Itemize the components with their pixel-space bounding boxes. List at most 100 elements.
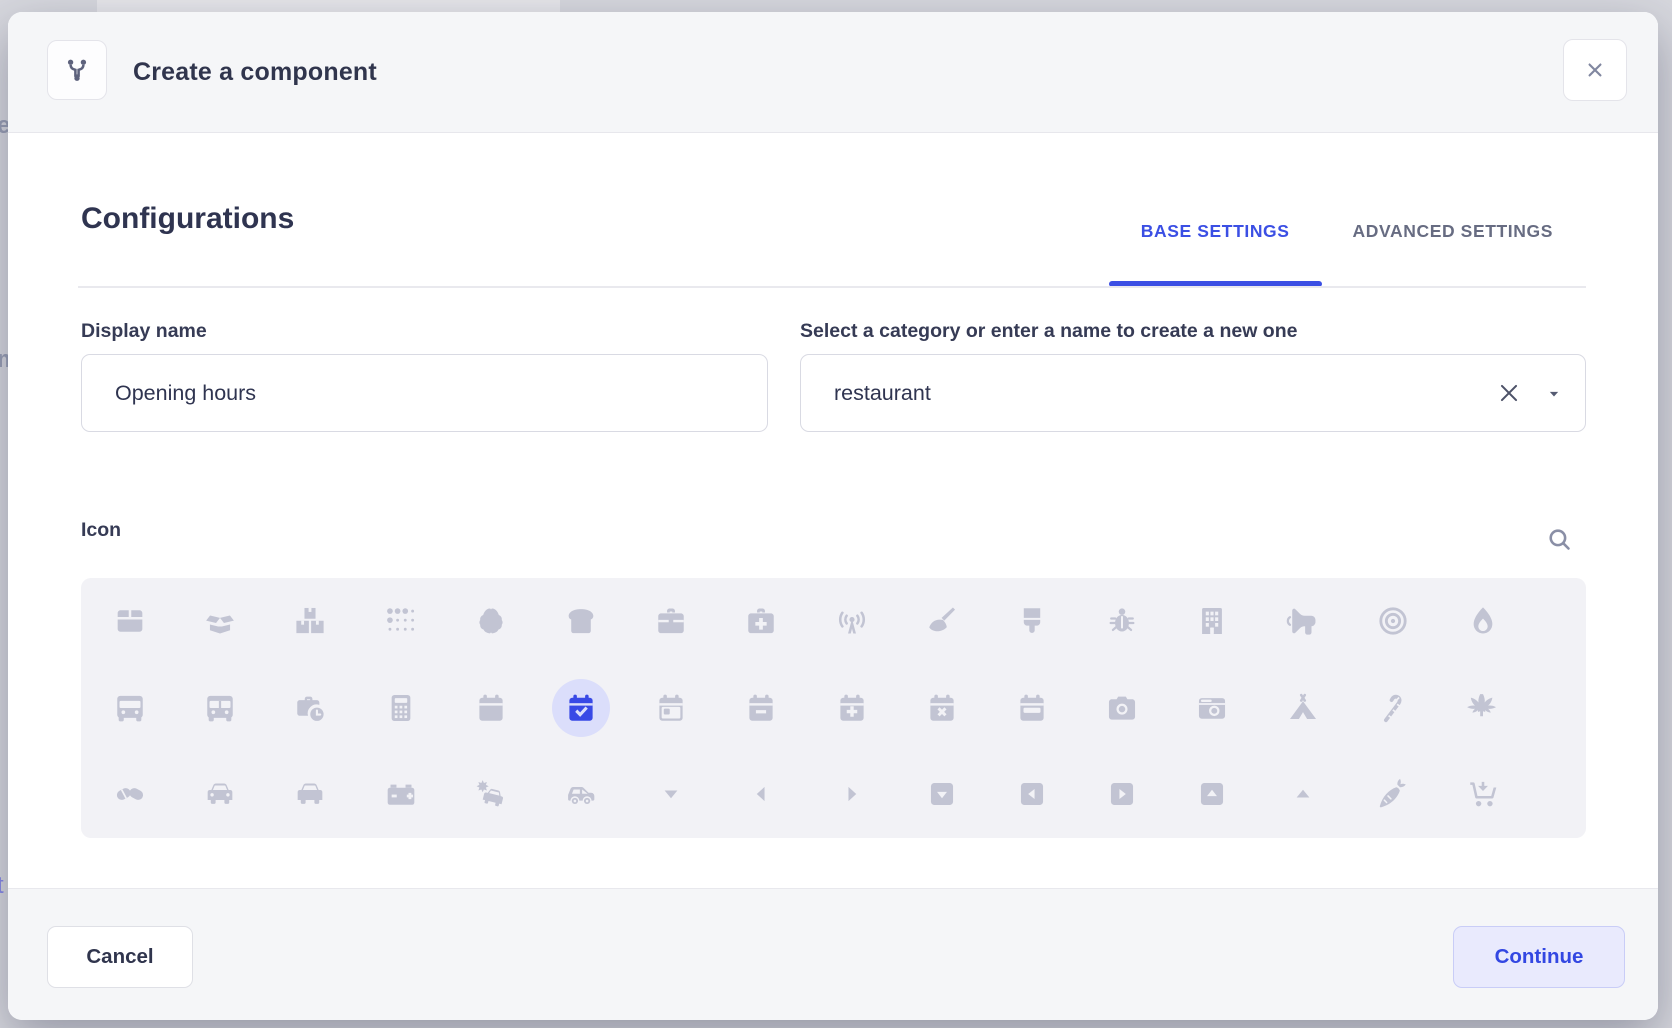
icon-option-business-time[interactable]	[281, 679, 339, 737]
icon-option-bullseye[interactable]	[1364, 592, 1422, 650]
icon-option-calendar-week[interactable]	[1003, 679, 1061, 737]
icon-option-bus[interactable]	[101, 679, 159, 737]
icon-option-box-open[interactable]	[191, 592, 249, 650]
icon-option-caret-right[interactable]	[823, 765, 881, 823]
icon-option-car-alt[interactable]	[281, 765, 339, 823]
burn-icon	[1466, 604, 1500, 638]
icon-option-bus-alt[interactable]	[191, 679, 249, 737]
continue-button[interactable]: Continue	[1453, 926, 1625, 988]
bus-icon	[113, 691, 147, 725]
search-icon[interactable]	[1546, 526, 1573, 553]
cannabis-icon	[1466, 691, 1500, 725]
car-icon	[203, 777, 237, 811]
capsules-icon	[113, 777, 147, 811]
icon-option-candy-cane[interactable]	[1364, 679, 1422, 737]
icon-option-brush[interactable]	[1003, 592, 1061, 650]
icon-option-calculator[interactable]	[372, 679, 430, 737]
icon-option-camera[interactable]	[1093, 679, 1151, 737]
icon-option-caret-square-up[interactable]	[1183, 765, 1241, 823]
calendar-plus-icon	[835, 691, 869, 725]
close-icon	[1582, 57, 1608, 83]
bread-slice-icon	[564, 604, 598, 638]
icon-option-calendar[interactable]	[462, 679, 520, 737]
icon-option-boxes-stacked[interactable]	[281, 592, 339, 650]
icon-option-caret-left[interactable]	[732, 765, 790, 823]
icon-option-briefcase[interactable]	[642, 592, 700, 650]
cancel-button[interactable]: Cancel	[47, 926, 193, 988]
cart-arrow-down-icon	[1466, 777, 1500, 811]
calendar-check-icon	[564, 691, 598, 725]
briefcase-medical-icon	[744, 604, 778, 638]
candy-cane-icon	[1376, 691, 1410, 725]
page-title: Configurations	[81, 202, 294, 236]
calendar-icon	[474, 691, 508, 725]
brain-icon	[474, 604, 508, 638]
broom-icon	[925, 604, 959, 638]
boxes-stacked-icon	[293, 604, 327, 638]
icon-option-caret-down[interactable]	[642, 765, 700, 823]
box-icon	[113, 604, 147, 638]
icon-option-building[interactable]	[1183, 592, 1241, 650]
icon-option-calendar-minus[interactable]	[732, 679, 790, 737]
category-input[interactable]	[800, 354, 1586, 432]
display-name-input[interactable]	[81, 354, 768, 432]
icon-option-brain[interactable]	[462, 592, 520, 650]
icon-picker-label: Icon	[81, 519, 121, 542]
icon-option-calendar-times[interactable]	[913, 679, 971, 737]
camera-icon	[1105, 691, 1139, 725]
icon-option-car[interactable]	[191, 765, 249, 823]
icon-option-camera-retro[interactable]	[1183, 679, 1241, 737]
category-label: Select a category or enter a name to cre…	[800, 320, 1297, 343]
icon-option-briefcase-medical[interactable]	[732, 592, 790, 650]
icon-option-caret-square-left[interactable]	[1003, 765, 1061, 823]
icon-option-caret-square-right[interactable]	[1093, 765, 1151, 823]
icon-option-calendar-day[interactable]	[642, 679, 700, 737]
caret-down-icon	[654, 777, 688, 811]
caret-square-down-icon	[925, 777, 959, 811]
display-name-label: Display name	[81, 320, 207, 343]
box-open-icon	[203, 604, 237, 638]
icon-option-capsules[interactable]	[101, 765, 159, 823]
campground-icon	[1286, 691, 1320, 725]
icon-option-carrot[interactable]	[1364, 765, 1422, 823]
icon-option-car-crash[interactable]	[462, 765, 520, 823]
carrot-icon	[1376, 777, 1410, 811]
icon-option-caret-up[interactable]	[1274, 765, 1332, 823]
caret-down-icon[interactable]	[1544, 384, 1564, 404]
bullhorn-icon	[1286, 604, 1320, 638]
clear-x-icon[interactable]	[1496, 380, 1522, 406]
icon-option-calendar-plus[interactable]	[823, 679, 881, 737]
icon-option-braille[interactable]	[372, 592, 430, 650]
car-alt-icon	[293, 777, 327, 811]
briefcase-icon	[654, 604, 688, 638]
icon-option-caret-square-down[interactable]	[913, 765, 971, 823]
icon-option-box[interactable]	[101, 592, 159, 650]
tab-advanced-settings[interactable]: ADVANCED SETTINGS	[1353, 214, 1553, 286]
icon-option-bug[interactable]	[1093, 592, 1151, 650]
icon-option-burn[interactable]	[1454, 592, 1512, 650]
settings-tabs: BASE SETTINGS ADVANCED SETTINGS	[1109, 214, 1553, 286]
icon-option-car-battery[interactable]	[372, 765, 430, 823]
icon-option-cart-arrow-down[interactable]	[1454, 765, 1512, 823]
icon-option-calendar-check-selected[interactable]	[552, 679, 610, 737]
icon-option-car-side[interactable]	[552, 765, 610, 823]
tab-base-settings[interactable]: BASE SETTINGS	[1109, 214, 1322, 286]
icon-option-bullhorn[interactable]	[1274, 592, 1332, 650]
caret-right-icon	[835, 777, 869, 811]
car-crash-icon	[474, 777, 508, 811]
calendar-times-icon	[925, 691, 959, 725]
component-split-icon	[47, 40, 107, 100]
icon-option-cannabis[interactable]	[1454, 679, 1512, 737]
backdrop-text-fragment: t	[0, 872, 4, 900]
bus-alt-icon	[203, 691, 237, 725]
camera-retro-icon	[1195, 691, 1229, 725]
broadcast-tower-icon	[835, 604, 869, 638]
icon-option-broom[interactable]	[913, 592, 971, 650]
bug-icon	[1105, 604, 1139, 638]
icon-option-campground[interactable]	[1274, 679, 1332, 737]
close-button[interactable]	[1563, 39, 1627, 101]
calendar-day-icon	[654, 691, 688, 725]
car-battery-icon	[384, 777, 418, 811]
icon-option-bread-slice[interactable]	[552, 592, 610, 650]
icon-option-broadcast-tower[interactable]	[823, 592, 881, 650]
